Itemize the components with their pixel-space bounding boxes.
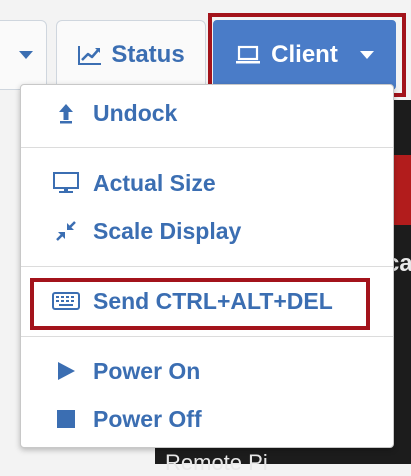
upload-arrow-icon [51, 102, 81, 124]
menu-item-power-off[interactable]: Power Off [21, 399, 393, 439]
menu-item-power-on[interactable]: Power On [21, 351, 393, 391]
client-dropdown-menu: Undock Actual Size Scale Display Send CT… [20, 84, 394, 448]
status-button[interactable]: Status [56, 20, 206, 90]
monitor-icon [51, 171, 81, 195]
menu-item-label: Power Off [93, 405, 202, 432]
menu-divider [21, 147, 393, 148]
menu-divider [21, 266, 393, 267]
previous-dropdown-button[interactable] [0, 20, 47, 90]
play-icon [51, 360, 81, 382]
status-button-label: Status [111, 41, 185, 68]
send-cad-highlight [30, 278, 370, 330]
menu-item-label: Undock [93, 99, 178, 126]
menu-item-label: Scale Display [93, 217, 242, 244]
menu-divider [21, 336, 393, 337]
menu-item-label: Power On [93, 357, 201, 384]
chart-line-icon [77, 44, 103, 66]
background-caption: Remote Pi [165, 450, 268, 475]
menu-item-undock[interactable]: Undock [21, 93, 393, 133]
chevron-down-icon [18, 51, 33, 59]
compress-icon [51, 219, 81, 243]
menu-item-scale-display[interactable]: Scale Display [21, 211, 393, 251]
menu-item-label: Actual Size [93, 169, 216, 196]
menu-item-actual-size[interactable]: Actual Size [21, 163, 393, 203]
square-icon [51, 408, 81, 430]
